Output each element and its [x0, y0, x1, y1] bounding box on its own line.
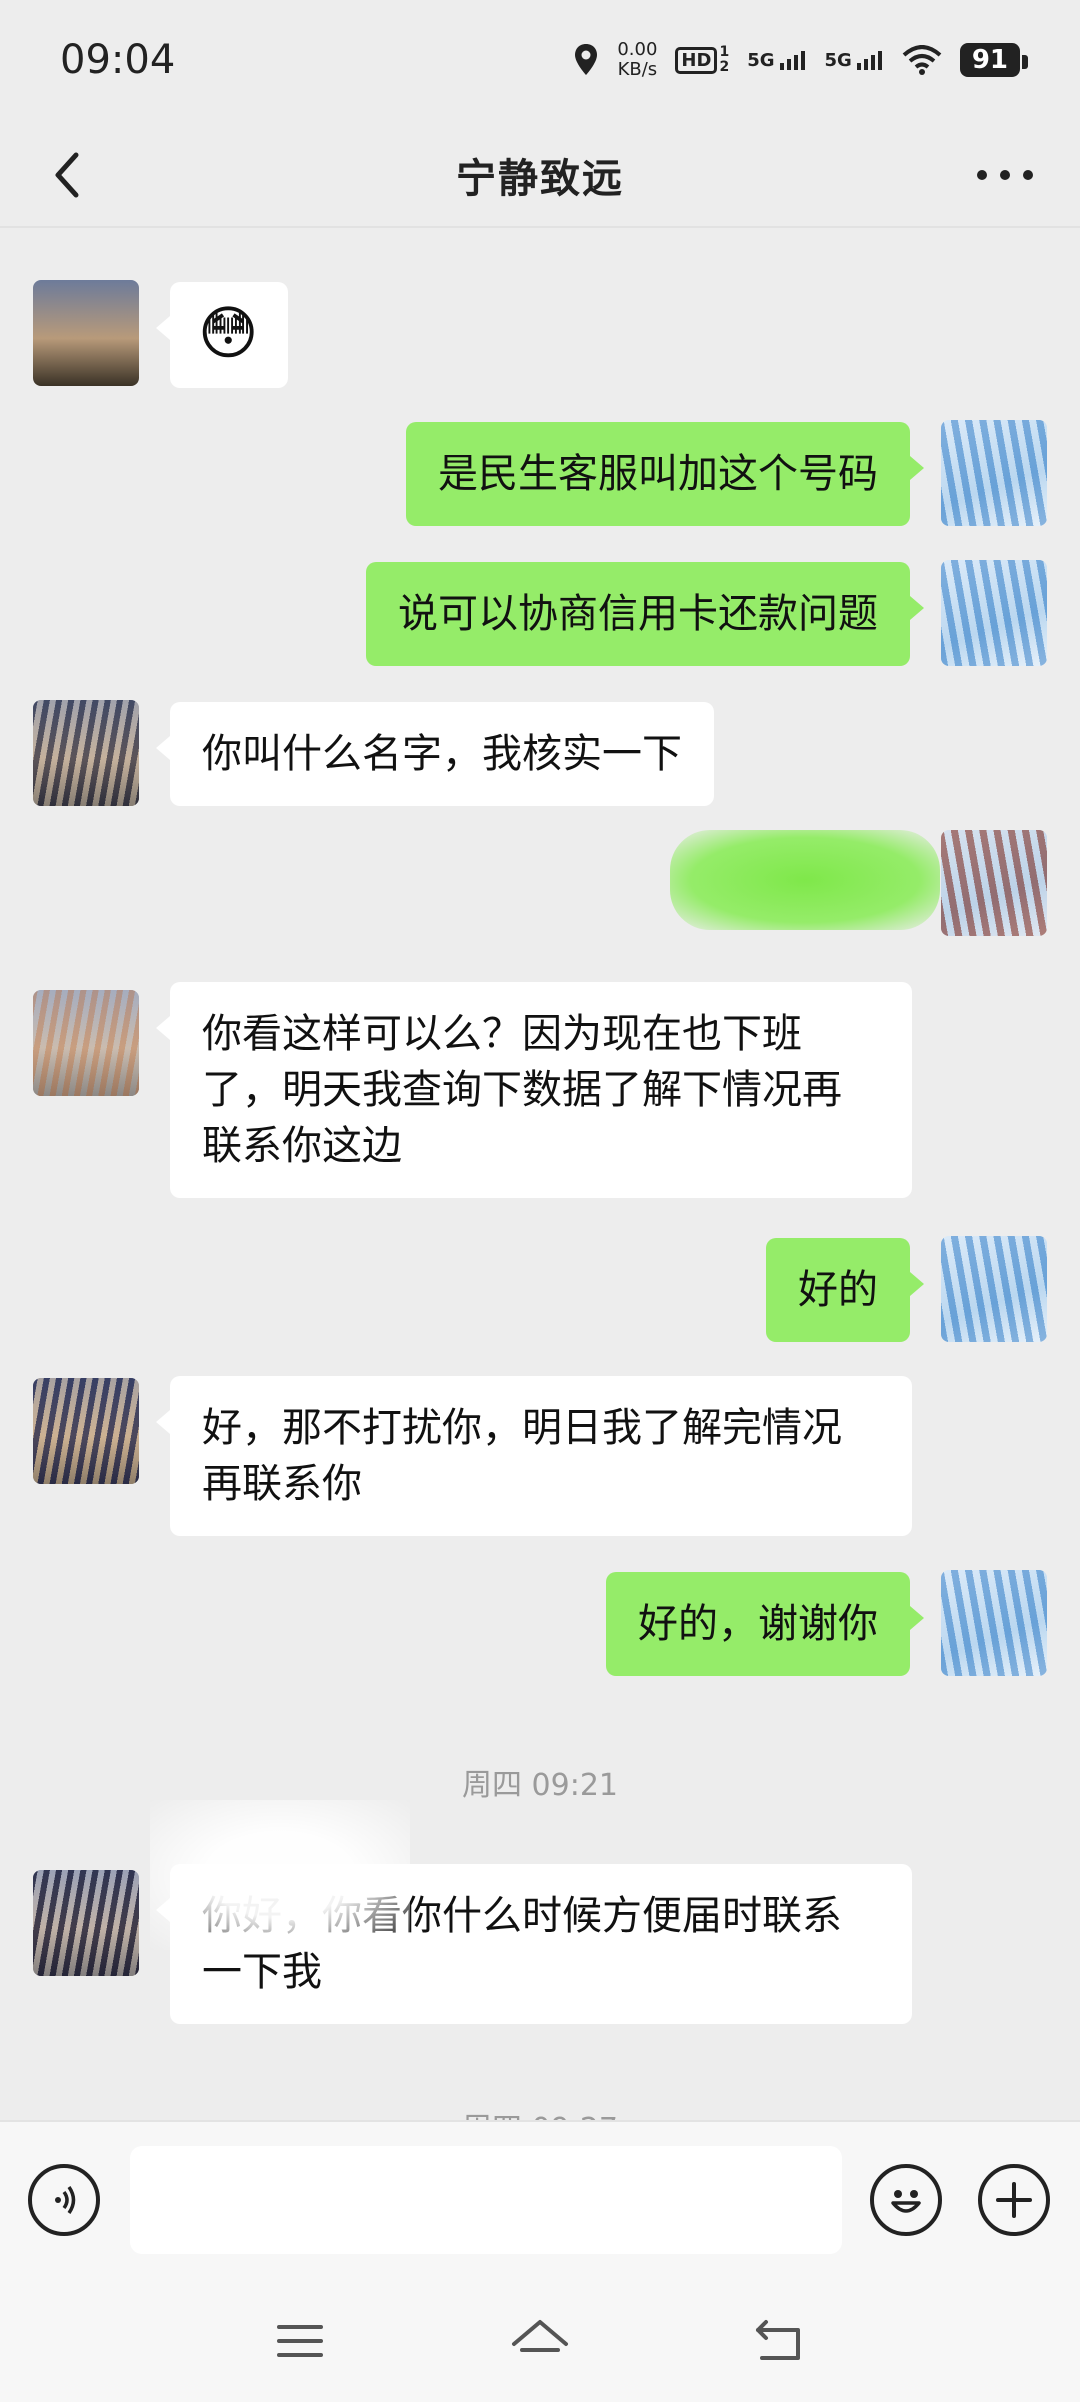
location-icon [575, 44, 598, 75]
my-avatar[interactable] [941, 420, 1047, 526]
more-icon [977, 170, 1033, 180]
signal-1-label: 5G [747, 50, 775, 71]
wifi-icon [902, 45, 942, 75]
voice-icon [55, 2186, 76, 2214]
voice-button[interactable] [28, 2164, 100, 2236]
back-icon [55, 152, 79, 198]
home-icon [512, 2320, 568, 2352]
plus-button[interactable] [978, 2164, 1050, 2236]
signal-2-icon: 5G [825, 49, 884, 71]
message-list[interactable]: 😳 是民生客服叫加这个号码 说可以协商信用卡还款问题 你叫什么名字，我核实一下 … [0, 230, 1080, 2120]
message-bubble-outgoing[interactable]: 好的 [766, 1238, 924, 1342]
header-divider [0, 226, 1080, 228]
contact-avatar[interactable] [33, 280, 139, 386]
message-bubble-outgoing[interactable]: 是民生客服叫加这个号码 [406, 422, 924, 526]
message-bubble-incoming[interactable]: 好，那不打扰你，明日我了解完情况再联系你 [156, 1376, 912, 1536]
message-text: 是民生客服叫加这个号码 [438, 451, 878, 497]
message-bubble-incoming[interactable]: 你看这样可以么？因为现在也下班了，明天我查询下数据了解下情况再联系你这边 [156, 982, 912, 1198]
redacted-message-bubble[interactable] [670, 830, 940, 930]
sim2-label: 2 [719, 59, 730, 75]
message-timestamp: 周四 09:21 [462, 1768, 618, 1803]
my-avatar[interactable] [941, 560, 1047, 666]
contact-avatar[interactable] [33, 1870, 139, 1976]
message-input[interactable] [130, 2146, 842, 2254]
message-bubble-incoming[interactable]: 😳 [156, 282, 288, 388]
menu-icon [277, 2325, 323, 2357]
message-bubble-outgoing[interactable]: 说可以协商信用卡还款问题 [366, 562, 924, 666]
message-timestamp: 周四 09:27 [0, 2104, 1080, 2120]
battery-indicator: 91 [959, 43, 1029, 77]
contact-avatar[interactable] [33, 700, 139, 806]
message-text: 好的 [798, 1267, 878, 1313]
back-button[interactable] [40, 145, 100, 205]
message-text: 你叫什么名字，我核实一下 [202, 731, 682, 777]
emoji-icon [891, 2190, 921, 2213]
menu-button[interactable] [260, 2306, 340, 2376]
my-avatar[interactable] [941, 1236, 1047, 1342]
my-avatar[interactable] [941, 830, 1047, 936]
emoji-button[interactable] [870, 2164, 942, 2236]
message-text: 说可以协商信用卡还款问题 [398, 591, 878, 637]
message-text: 你看这样可以么？因为现在也下班了，明天我查询下数据了解下情况再联系你这边 [202, 1011, 842, 1169]
message-bubble-outgoing[interactable]: 好的，谢谢你 [606, 1572, 924, 1676]
net-speed-unit: KB/s [617, 59, 658, 80]
status-icons: 0.00 KB/s HD 1 2 5G 5G 91 [573, 40, 1029, 80]
my-avatar[interactable] [941, 1570, 1047, 1676]
message-text: 好的，谢谢你 [638, 1601, 878, 1647]
chat-header: 宁静致远 [0, 120, 1080, 230]
return-icon [756, 2320, 800, 2360]
sim1-label: 1 [719, 44, 730, 60]
contact-avatar[interactable] [33, 990, 139, 1096]
redaction-overlay [150, 1800, 410, 1950]
more-button[interactable] [970, 145, 1040, 205]
flushed-face-emoji: 😳 [198, 299, 259, 367]
signal-1-icon: 5G [747, 49, 806, 71]
return-button[interactable] [740, 2306, 820, 2376]
message-text: 好，那不打扰你，明日我了解完情况再联系你 [202, 1405, 842, 1507]
net-speed: 0.00 KB/s [617, 40, 657, 80]
home-button[interactable] [500, 2306, 580, 2376]
net-speed-value: 0.00 [617, 39, 658, 60]
signal-2-label: 5G [824, 50, 852, 71]
input-bar [0, 2120, 1080, 2402]
chat-title: 宁静致远 [456, 156, 624, 202]
message-bubble-incoming[interactable]: 你叫什么名字，我核实一下 [156, 702, 714, 806]
hd-label: HD [675, 46, 718, 74]
plus-icon [996, 2182, 1032, 2218]
contact-avatar[interactable] [33, 1378, 139, 1484]
status-time: 09:04 [60, 37, 176, 83]
hd-icon: HD 1 2 [675, 45, 729, 75]
status-bar: 09:04 0.00 KB/s HD 1 2 5G 5G 91 [0, 0, 1080, 120]
